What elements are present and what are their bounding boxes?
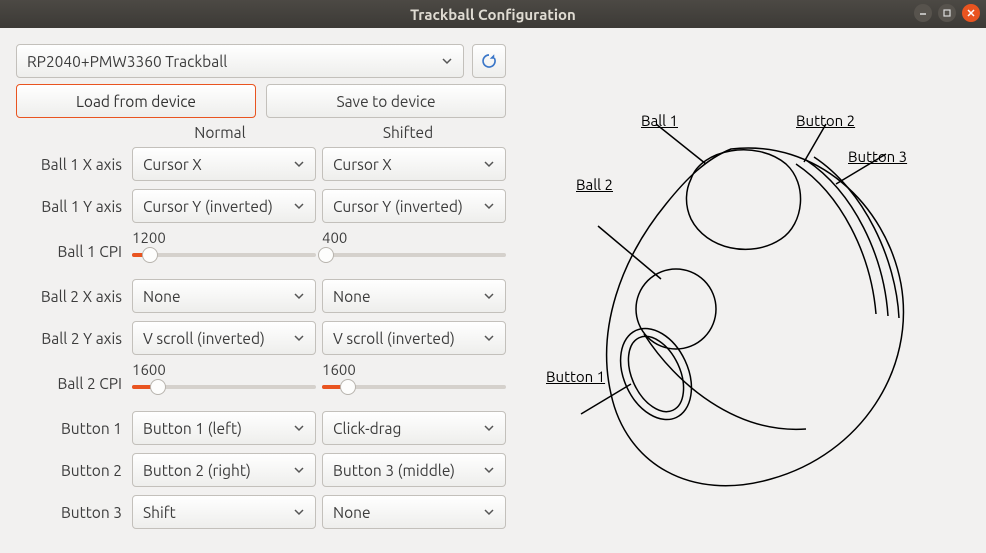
chevron-down-icon <box>483 156 495 173</box>
save-button[interactable]: Save to device <box>266 84 506 118</box>
maximize-button[interactable] <box>938 4 956 22</box>
chevron-down-icon <box>293 156 305 173</box>
label-button1: Button 1 <box>16 420 126 437</box>
ball2-cpi-shifted-slider[interactable]: 1600 <box>322 363 506 403</box>
chevron-down-icon <box>293 420 305 437</box>
window-title: Trackball Configuration <box>410 6 576 23</box>
minimize-button[interactable] <box>914 4 932 22</box>
chevron-down-icon <box>483 462 495 479</box>
ball2-y-shifted-select[interactable]: V scroll (inverted) <box>322 321 506 355</box>
trackball-diagram <box>506 84 956 504</box>
label-ball1-x: Ball 1 X axis <box>16 156 126 173</box>
ball1-cpi-shifted-slider[interactable]: 400 <box>322 231 506 271</box>
chevron-down-icon <box>483 420 495 437</box>
window-titlebar: Trackball Configuration <box>0 0 986 28</box>
refresh-icon <box>480 52 498 70</box>
label-button3: Button 3 <box>16 504 126 521</box>
chevron-down-icon <box>293 330 305 347</box>
header-normal: Normal <box>126 124 314 141</box>
diagram-label-ball1: Ball 1 <box>641 112 678 129</box>
ball2-y-normal-select[interactable]: V scroll (inverted) <box>132 321 316 355</box>
header-shifted: Shifted <box>314 124 502 141</box>
ball1-y-normal-select[interactable]: Cursor Y (inverted) <box>132 189 316 223</box>
diagram-label-ball2: Ball 2 <box>576 176 613 193</box>
button2-shifted-select[interactable]: Button 3 (middle) <box>322 453 506 487</box>
refresh-button[interactable] <box>472 44 506 78</box>
chevron-down-icon <box>483 288 495 305</box>
button1-shifted-select[interactable]: Click-drag <box>322 411 506 445</box>
ball2-x-shifted-select[interactable]: None <box>322 279 506 313</box>
button3-normal-select[interactable]: Shift <box>132 495 316 529</box>
button3-shifted-select[interactable]: None <box>322 495 506 529</box>
ball2-x-normal-select[interactable]: None <box>132 279 316 313</box>
chevron-down-icon <box>483 330 495 347</box>
ball1-y-shifted-select[interactable]: Cursor Y (inverted) <box>322 189 506 223</box>
button1-normal-select[interactable]: Button 1 (left) <box>132 411 316 445</box>
close-button[interactable] <box>962 4 980 22</box>
chevron-down-icon <box>483 198 495 215</box>
chevron-down-icon <box>293 504 305 521</box>
diagram-label-button2: Button 2 <box>796 112 855 129</box>
ball1-x-normal-select[interactable]: Cursor X <box>132 147 316 181</box>
chevron-down-icon <box>483 504 495 521</box>
button2-normal-select[interactable]: Button 2 (right) <box>132 453 316 487</box>
diagram-label-button3: Button 3 <box>848 148 907 165</box>
ball1-cpi-normal-slider[interactable]: 1200 <box>132 231 316 271</box>
chevron-down-icon <box>293 462 305 479</box>
chevron-down-icon <box>293 198 305 215</box>
label-ball1-y: Ball 1 Y axis <box>16 198 126 215</box>
label-ball2-y: Ball 2 Y axis <box>16 330 126 347</box>
label-ball2-x: Ball 2 X axis <box>16 288 126 305</box>
load-button[interactable]: Load from device <box>16 84 256 118</box>
device-select[interactable]: RP2040+PMW3360 Trackball <box>16 44 464 78</box>
chevron-down-icon <box>441 53 453 70</box>
ball2-cpi-normal-slider[interactable]: 1600 <box>132 363 316 403</box>
ball1-x-shifted-select[interactable]: Cursor X <box>322 147 506 181</box>
label-ball2-cpi: Ball 2 CPI <box>16 375 126 392</box>
label-ball1-cpi: Ball 1 CPI <box>16 243 126 260</box>
chevron-down-icon <box>293 288 305 305</box>
device-select-value: RP2040+PMW3360 Trackball <box>27 53 227 70</box>
diagram-label-button1: Button 1 <box>546 368 605 385</box>
label-button2: Button 2 <box>16 462 126 479</box>
